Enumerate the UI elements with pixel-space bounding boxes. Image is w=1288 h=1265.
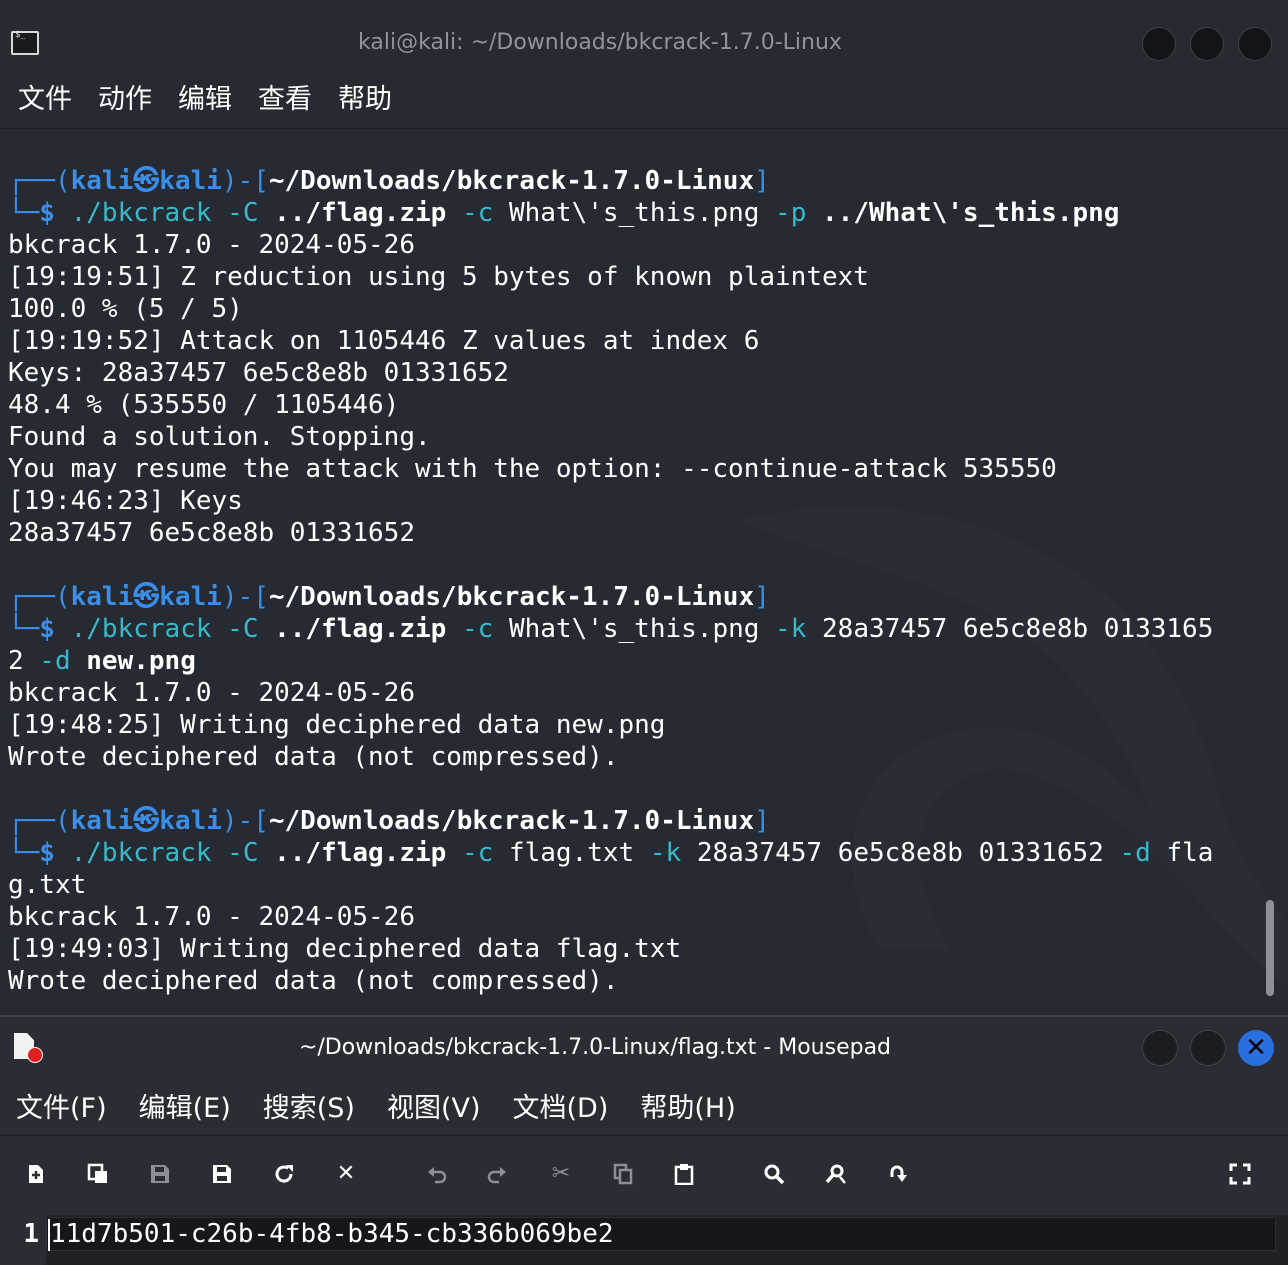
- menu-divider: [0, 1135, 1288, 1136]
- output-line: 100.0 % (5 / 5): [8, 294, 243, 324]
- menu-search[interactable]: 搜索(S): [263, 1087, 355, 1131]
- prompt-line: ┌──(kali㉿kali)-[~/Downloads/bkcrack-1.7.…: [8, 582, 770, 612]
- output-line: [19:49:03] Writing deciphered data flag.…: [8, 934, 682, 964]
- copy-icon[interactable]: [608, 1157, 638, 1191]
- mousepad-menubar: 文件(F) 编辑(E) 搜索(S) 视图(V) 文档(D) 帮助(H): [0, 1087, 752, 1131]
- menu-edit[interactable]: 编辑: [178, 80, 232, 124]
- maximize-button[interactable]: [1190, 1030, 1226, 1066]
- save-as-icon[interactable]: [207, 1157, 237, 1191]
- menu-edit[interactable]: 编辑(E): [139, 1087, 231, 1131]
- find-replace-icon[interactable]: [821, 1157, 851, 1191]
- output-line: bkcrack 1.7.0 - 2024-05-26: [8, 902, 415, 932]
- command-line: └─$ ./bkcrack -C ../flag.zip -c What\'s_…: [8, 614, 1214, 644]
- close-icon[interactable]: ✕: [331, 1157, 361, 1191]
- mousepad-window: ~/Downloads/bkcrack-1.7.0-Linux/flag.txt…: [0, 1015, 1288, 1265]
- editor-content[interactable]: 11d7b501-c26b-4fb8-b345-cb336b069be2: [50, 1215, 614, 1253]
- terminal-menubar: 文件 动作 编辑 查看 帮助: [0, 80, 400, 124]
- paste-icon[interactable]: [669, 1157, 699, 1191]
- terminal-window: kali@kali: ~/Downloads/bkcrack-1.7.0-Lin…: [0, 0, 1288, 1015]
- new-window-icon[interactable]: [83, 1157, 113, 1191]
- output-line: Keys: 28a37457 6e5c8e8b 01331652: [8, 358, 509, 388]
- cut-icon[interactable]: ✂: [546, 1157, 576, 1191]
- menu-help[interactable]: 帮助(H): [640, 1087, 735, 1131]
- prompt-line: ┌──(kali㉿kali)-[~/Downloads/bkcrack-1.7.…: [8, 166, 770, 196]
- output-line: [19:48:25] Writing deciphered data new.p…: [8, 710, 666, 740]
- command-line: └─$ ./bkcrack -C ../flag.zip -c flag.txt…: [8, 838, 1214, 868]
- output-line: Wrote deciphered data (not compressed).: [8, 966, 619, 996]
- menu-document[interactable]: 文档(D): [513, 1087, 609, 1131]
- menu-help[interactable]: 帮助: [338, 80, 392, 124]
- menu-action[interactable]: 动作: [98, 80, 152, 124]
- close-button[interactable]: [1238, 27, 1272, 61]
- output-line: 28a37457 6e5c8e8b 01331652: [8, 518, 415, 548]
- menu-view[interactable]: 查看: [258, 80, 312, 124]
- terminal-title: kali@kali: ~/Downloads/bkcrack-1.7.0-Lin…: [358, 30, 842, 55]
- terminal-scrollbar[interactable]: [1266, 900, 1274, 996]
- search-icon[interactable]: [759, 1157, 789, 1191]
- line-number: 1: [0, 1215, 46, 1265]
- output-line: 48.4 % (535550 / 1105446): [8, 390, 400, 420]
- minimize-button[interactable]: [1142, 27, 1176, 61]
- reload-icon[interactable]: [269, 1157, 299, 1191]
- prompt-line: ┌──(kali㉿kali)-[~/Downloads/bkcrack-1.7.…: [8, 806, 770, 836]
- output-line: [19:19:51] Z reduction using 5 bytes of …: [8, 262, 869, 292]
- close-button[interactable]: ✕: [1238, 1030, 1274, 1066]
- terminal-output[interactable]: ┌──(kali㉿kali)-[~/Downloads/bkcrack-1.7.…: [0, 160, 1260, 1010]
- output-line: Found a solution. Stopping.: [8, 422, 431, 452]
- text-caret: [48, 1219, 50, 1251]
- maximize-button[interactable]: [1190, 27, 1224, 61]
- output-line: Wrote deciphered data (not compressed).: [8, 742, 619, 772]
- output-line: bkcrack 1.7.0 - 2024-05-26: [8, 230, 415, 260]
- undo-icon[interactable]: [422, 1157, 452, 1191]
- output-line: [19:19:52] Attack on 1105446 Z values at…: [8, 326, 760, 356]
- command-line: └─$ ./bkcrack -C ../flag.zip -c What\'s_…: [8, 198, 1120, 228]
- redo-icon[interactable]: [482, 1157, 512, 1191]
- menu-file[interactable]: 文件(F): [16, 1087, 107, 1131]
- minimize-button[interactable]: [1142, 1030, 1178, 1066]
- output-line: You may resume the attack with the optio…: [8, 454, 1057, 484]
- terminal-titlebar: kali@kali: ~/Downloads/bkcrack-1.7.0-Lin…: [0, 0, 1288, 90]
- command-line-wrap: 2 -d new.png: [8, 646, 196, 676]
- output-line: [19:46:23] Keys: [8, 486, 243, 516]
- save-icon[interactable]: [145, 1157, 175, 1191]
- go-to-line-icon[interactable]: [883, 1157, 913, 1191]
- menu-view[interactable]: 视图(V): [387, 1087, 481, 1131]
- new-document-icon[interactable]: [21, 1157, 51, 1191]
- command-line-wrap: g.txt: [8, 870, 87, 900]
- menu-file[interactable]: 文件: [18, 80, 72, 124]
- fullscreen-icon[interactable]: [1225, 1157, 1255, 1191]
- text-editor[interactable]: 1 11d7b501-c26b-4fb8-b345-cb336b069be2: [0, 1215, 1288, 1265]
- menu-divider: [0, 128, 1288, 129]
- output-line: bkcrack 1.7.0 - 2024-05-26: [8, 678, 415, 708]
- mousepad-toolbar: ✕ ✂: [0, 1157, 1288, 1193]
- mousepad-title: ~/Downloads/bkcrack-1.7.0-Linux/flag.txt…: [298, 1035, 892, 1060]
